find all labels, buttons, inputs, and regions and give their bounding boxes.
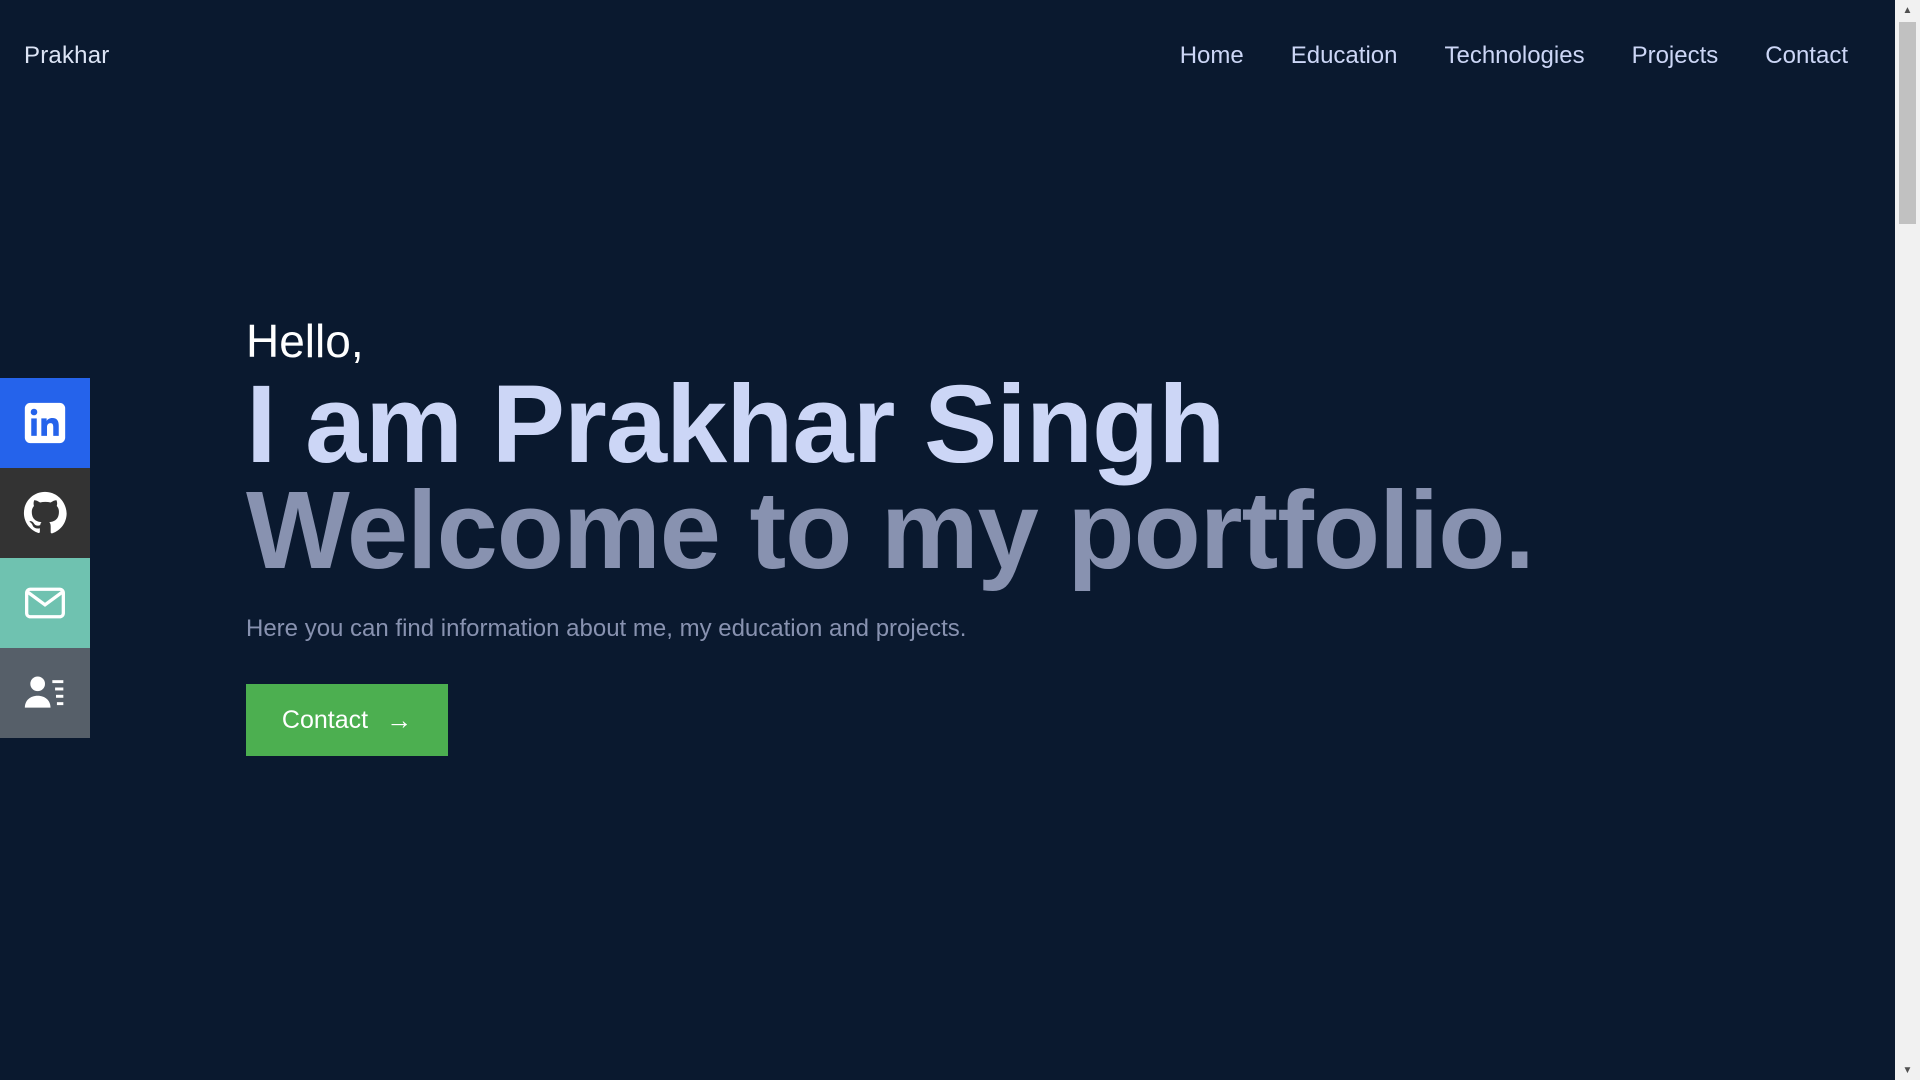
hero-section: Hello, I am Prakhar Singh Welcome to my … xyxy=(246,312,1746,756)
github-link[interactable] xyxy=(0,468,90,558)
linkedin-link[interactable] xyxy=(0,378,90,468)
brand-logo[interactable]: Prakhar xyxy=(24,42,109,70)
hero-subtitle: Here you can find information about me, … xyxy=(246,615,967,642)
mail-icon xyxy=(25,587,65,619)
nav-technologies[interactable]: Technologies xyxy=(1444,42,1584,70)
social-sidebar xyxy=(0,378,90,738)
resume-icon xyxy=(24,676,64,708)
main-nav: Home Education Technologies Projects Con… xyxy=(1180,42,1848,70)
greeting: Hello, xyxy=(246,315,364,367)
vertical-scrollbar[interactable]: ▲ ▼ xyxy=(1895,0,1920,1080)
nav-home[interactable]: Home xyxy=(1180,42,1244,70)
nav-education[interactable]: Education xyxy=(1291,42,1398,70)
page: Prakhar Home Education Technologies Proj… xyxy=(0,0,1920,1080)
linkedin-icon xyxy=(24,402,66,444)
nav-projects[interactable]: Projects xyxy=(1632,42,1719,70)
github-icon xyxy=(23,491,67,534)
resume-link[interactable] xyxy=(0,648,90,738)
hero-welcome: Welcome to my portfolio. xyxy=(246,469,1535,592)
contact-button-label: Contact xyxy=(281,705,369,734)
hero-name: I am Prakhar Singh xyxy=(246,363,1225,486)
nav-contact[interactable]: Contact xyxy=(1765,42,1848,70)
email-link[interactable] xyxy=(0,558,90,648)
arrow-right-icon: → xyxy=(386,705,413,735)
scroll-thumb[interactable] xyxy=(1899,22,1916,224)
scroll-down-arrow[interactable]: ▼ xyxy=(1895,1060,1920,1080)
scroll-up-arrow[interactable]: ▲ xyxy=(1895,0,1920,20)
contact-button[interactable]: Contact → xyxy=(246,684,448,756)
